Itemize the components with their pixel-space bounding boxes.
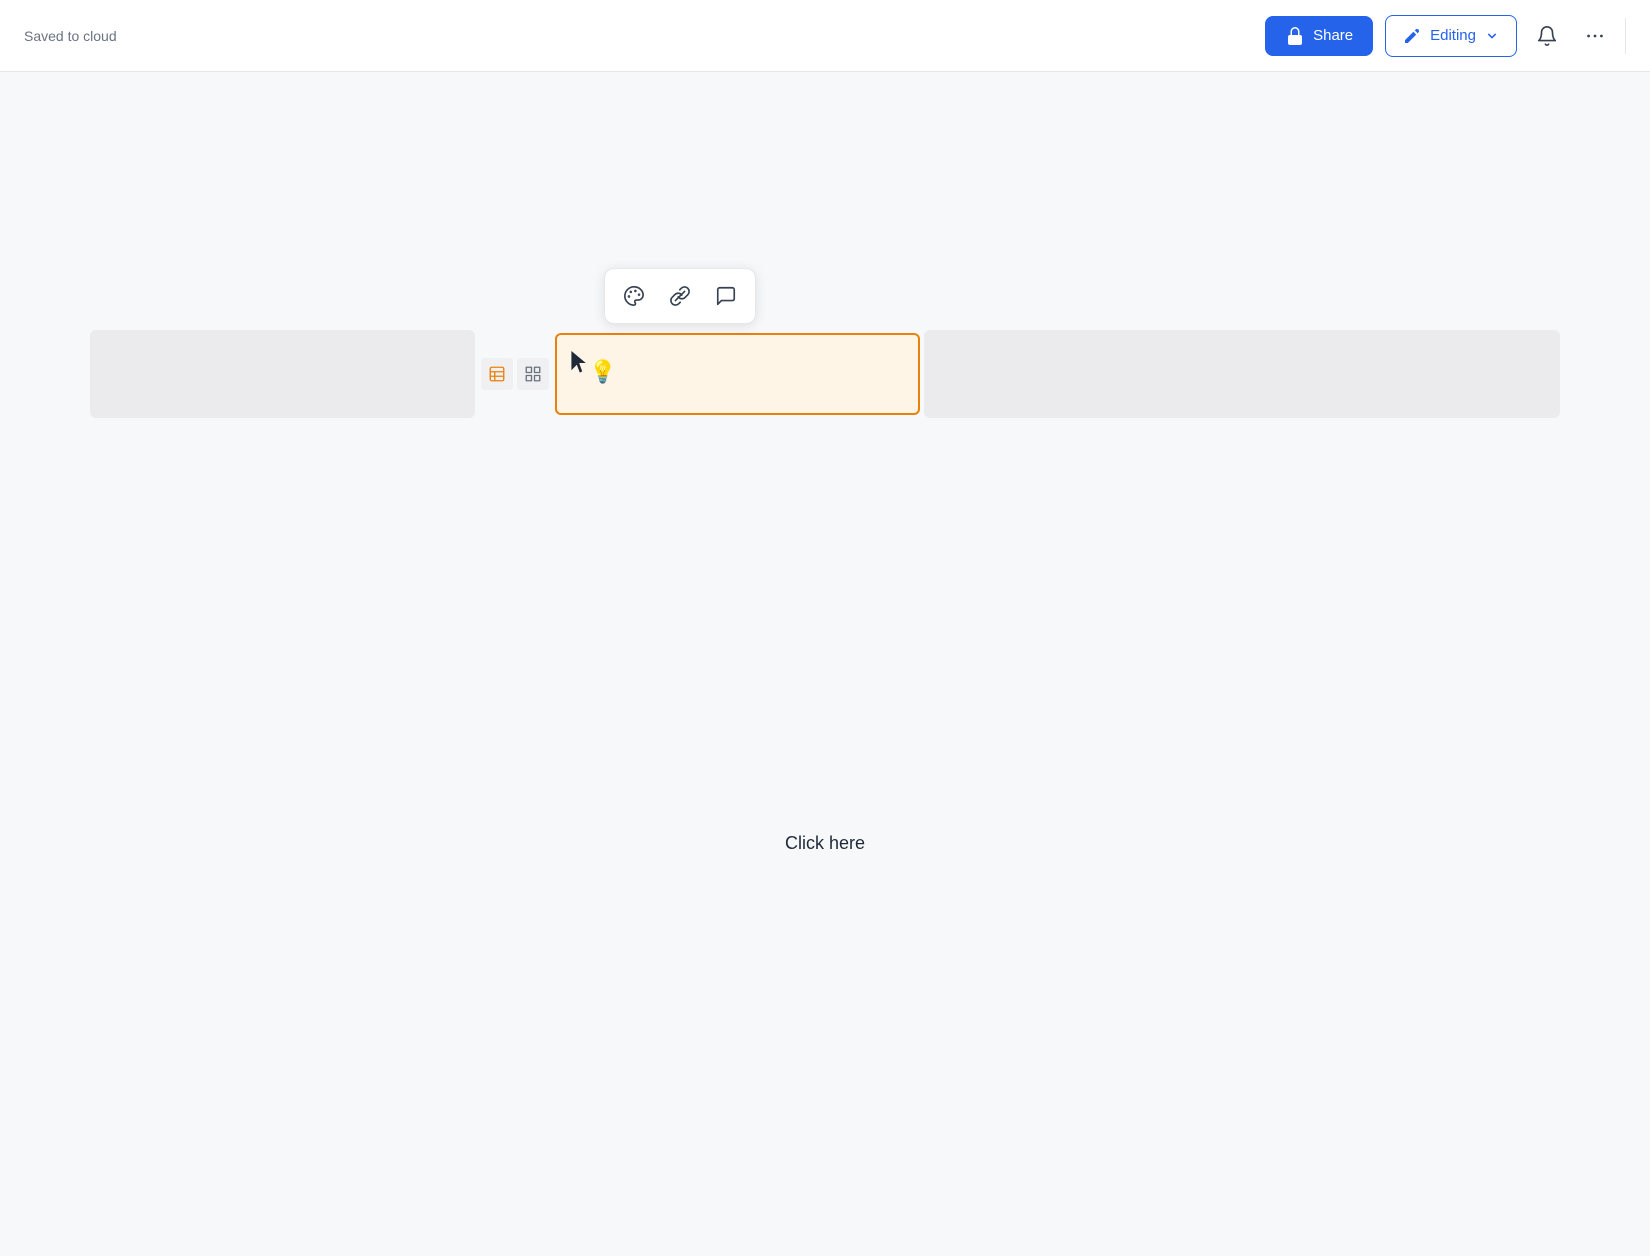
click-here-text[interactable]: Click here [785, 833, 865, 854]
header-right: Share Editing [1265, 15, 1626, 57]
comment-button[interactable] [705, 275, 747, 317]
grid-icon [524, 365, 542, 383]
header: Saved to cloud Share Editing [0, 0, 1650, 72]
editing-button[interactable]: Editing [1385, 15, 1517, 57]
saved-status: Saved to cloud [24, 28, 117, 44]
table-block-button[interactable] [481, 358, 513, 390]
palette-icon [623, 285, 645, 307]
share-button[interactable]: Share [1265, 16, 1373, 56]
bell-button[interactable] [1529, 18, 1565, 54]
comment-icon [715, 285, 737, 307]
link-icon [669, 285, 691, 307]
block-row: 💡 [90, 330, 1560, 418]
main-content: 💡 Click here [0, 72, 1650, 1256]
block-controls [481, 358, 549, 390]
more-button[interactable] [1577, 18, 1613, 54]
selected-block[interactable]: 💡 [555, 333, 920, 415]
palette-button[interactable] [613, 275, 655, 317]
header-left: Saved to cloud [24, 28, 117, 44]
table-icon [488, 365, 506, 383]
left-placeholder-block [90, 330, 475, 418]
share-icon [1285, 26, 1305, 46]
header-divider [1625, 18, 1626, 54]
floating-toolbar [604, 268, 756, 324]
link-button[interactable] [659, 275, 701, 317]
grid-block-button[interactable] [517, 358, 549, 390]
cursor-icon [571, 351, 591, 375]
lightbulb-emoji: 💡 [589, 359, 616, 385]
right-placeholder-block [924, 330, 1560, 418]
share-label: Share [1313, 27, 1353, 44]
chevron-down-icon [1484, 28, 1500, 44]
editing-label: Editing [1430, 27, 1476, 44]
bell-icon [1536, 25, 1558, 47]
pencil-icon [1402, 26, 1422, 46]
more-icon [1584, 25, 1606, 47]
